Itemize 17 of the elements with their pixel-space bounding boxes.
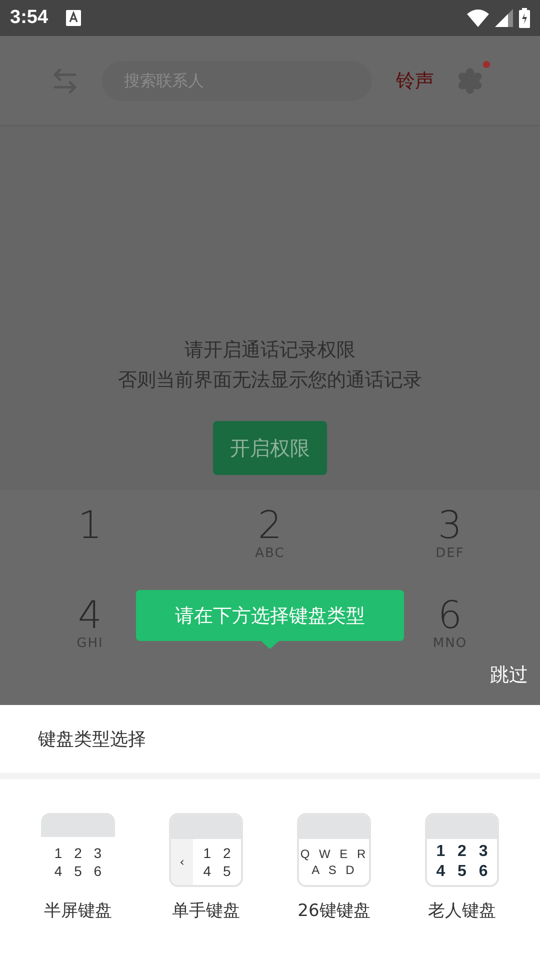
keyboard-option-label[interactable]: 单手键盘 [172,899,240,922]
keyboard-preview-icon[interactable]: 1 2 3 4 5 6 [425,813,499,887]
keyboard-notification-icon [66,10,82,26]
status-time: 3:54 [10,7,48,29]
keyboard-option-label[interactable]: 26键键盘 [298,899,370,922]
permission-message: 请开启通话记录权限 否则当前界面无法显示您的通话记录 [118,338,422,393]
keyboard-option-label[interactable]: 老人键盘 [428,899,496,922]
tooltip-pointer [261,641,279,649]
skip-button[interactable]: 跳过 [490,662,528,688]
keyboard-option-label[interactable]: 半屏键盘 [44,899,112,922]
battery-icon [519,8,530,28]
keyboard-preview-icon[interactable]: Q W E R A S D [297,813,371,887]
hint-tooltip: 请在下方选择键盘类型 [136,590,404,641]
wifi-icon [467,9,489,27]
keyboard-preview-icon[interactable]: ‹ 1 2 4 5 [169,813,243,887]
sheet-title: 键盘类型选择 [0,705,540,779]
signal-icon [495,9,513,27]
